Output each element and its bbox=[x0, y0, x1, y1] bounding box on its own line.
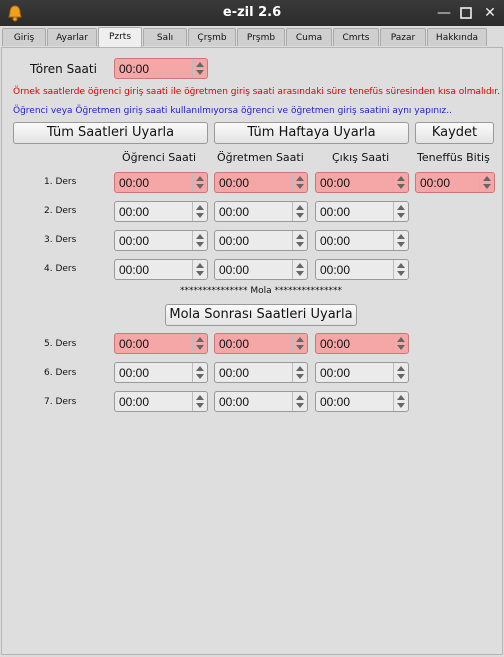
student-time-spinbox[interactable]: 00:00 bbox=[114, 230, 208, 251]
toren-time-value: 00:00 bbox=[119, 62, 150, 76]
teacher-time-spinbox[interactable]: 00:00 bbox=[214, 201, 308, 222]
column-header-exit: Çıkış Saati bbox=[332, 151, 390, 164]
exit-time-spinbox[interactable]: 00:00 bbox=[315, 333, 409, 354]
exit-time-spinbox[interactable]: 00:00 bbox=[315, 172, 409, 193]
teacher-time-spinbox[interactable]: 00:00 bbox=[214, 362, 308, 383]
column-header-break-end: Teneffüs Bitiş bbox=[417, 151, 490, 164]
student-time-spinbox[interactable]: 00:00 bbox=[114, 391, 208, 412]
toren-time-spinbox[interactable]: 00:00 bbox=[114, 58, 208, 79]
lesson-label: 7. Ders bbox=[44, 397, 77, 407]
student-time-spinbox[interactable]: 00:00 bbox=[114, 172, 208, 193]
student-time-spinbox[interactable]: 00:00 bbox=[114, 259, 208, 280]
tab-giris[interactable]: Giriş bbox=[2, 28, 46, 46]
after-break-button[interactable]: Mola Sonrası Saatleri Uyarla bbox=[165, 304, 357, 326]
mola-separator: *************** Mola *************** bbox=[180, 286, 343, 296]
tab-hakkinda[interactable]: Hakkında bbox=[427, 28, 487, 46]
teacher-time-spinbox[interactable]: 00:00 bbox=[214, 333, 308, 354]
warning-blue-text: Öğrenci veya Öğretmen giriş saati kullan… bbox=[13, 106, 452, 116]
save-button[interactable]: Kaydet bbox=[415, 122, 494, 144]
exit-time-spinbox[interactable]: 00:00 bbox=[315, 230, 409, 251]
exit-time-spinbox[interactable]: 00:00 bbox=[315, 391, 409, 412]
tab-bar: Giriş Ayarlar Pzrts Salı Çrşmb Prşmb Cum… bbox=[2, 27, 502, 47]
lesson-label: 3. Ders bbox=[44, 235, 77, 245]
tab-crsmb[interactable]: Çrşmb bbox=[188, 28, 236, 46]
teacher-time-spinbox[interactable]: 00:00 bbox=[214, 230, 308, 251]
tab-pazar[interactable]: Pazar bbox=[380, 28, 426, 46]
tab-ayarlar[interactable]: Ayarlar bbox=[47, 28, 97, 46]
lesson-label: 1. Ders bbox=[44, 177, 77, 187]
lesson-label: 2. Ders bbox=[44, 206, 77, 216]
column-header-teacher: Öğretmen Saati bbox=[217, 151, 304, 164]
student-time-spinbox[interactable]: 00:00 bbox=[114, 333, 208, 354]
teacher-time-spinbox[interactable]: 00:00 bbox=[214, 259, 308, 280]
title-bar: e-zil 2.6 — ✕ bbox=[0, 0, 504, 26]
exit-time-spinbox[interactable]: 00:00 bbox=[315, 201, 409, 222]
maximize-icon[interactable] bbox=[456, 3, 476, 23]
exit-time-spinbox[interactable]: 00:00 bbox=[315, 259, 409, 280]
lesson-label: 5. Ders bbox=[44, 339, 77, 349]
lesson-label: 6. Ders bbox=[44, 368, 77, 378]
exit-time-spinbox[interactable]: 00:00 bbox=[315, 362, 409, 383]
close-icon[interactable]: ✕ bbox=[480, 3, 500, 23]
teacher-time-spinbox[interactable]: 00:00 bbox=[214, 391, 308, 412]
student-time-spinbox[interactable]: 00:00 bbox=[114, 201, 208, 222]
toren-label: Tören Saati bbox=[30, 62, 97, 76]
tab-sali[interactable]: Salı bbox=[143, 28, 187, 46]
break-end-spinbox[interactable]: 00:00 bbox=[415, 172, 495, 193]
column-header-student: Öğrenci Saati bbox=[122, 151, 197, 164]
student-time-spinbox[interactable]: 00:00 bbox=[114, 362, 208, 383]
minimize-icon[interactable]: — bbox=[434, 3, 454, 23]
tab-cmrts[interactable]: Cmrts bbox=[333, 28, 379, 46]
tab-cuma[interactable]: Cuma bbox=[286, 28, 332, 46]
lesson-label: 4. Ders bbox=[44, 264, 77, 274]
whole-week-button[interactable]: Tüm Haftaya Uyarla bbox=[214, 122, 409, 144]
window-title: e-zil 2.6 bbox=[222, 5, 282, 20]
all-times-button[interactable]: Tüm Saatleri Uyarla bbox=[13, 122, 208, 144]
warning-red-text: Örnek saatlerde öğrenci giriş saati ile … bbox=[13, 87, 500, 97]
tab-prsmb[interactable]: Prşmb bbox=[237, 28, 285, 46]
teacher-time-spinbox[interactable]: 00:00 bbox=[214, 172, 308, 193]
spin-arrows[interactable] bbox=[192, 59, 207, 78]
tab-pzrts[interactable]: Pzrts bbox=[98, 27, 142, 47]
